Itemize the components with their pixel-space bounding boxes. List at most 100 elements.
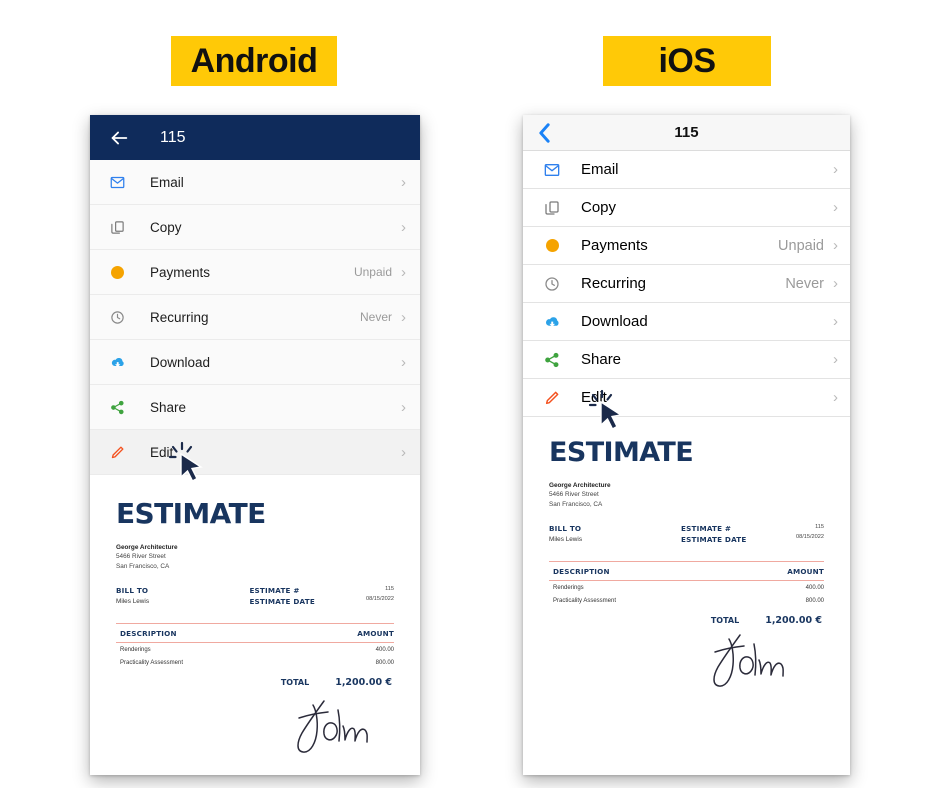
chevron-right-icon: ›: [401, 308, 406, 326]
android-row-copy[interactable]: Copy ›: [90, 205, 420, 250]
android-action-list: Email › Copy › Payments Unpaid › Recurri…: [90, 160, 420, 475]
arrow-left-icon[interactable]: [108, 127, 130, 149]
ios-nav-bar-title: 115: [674, 124, 699, 141]
android-phone-screen: 115 Email › Copy › Payments Unpaid › Rec…: [90, 115, 420, 775]
pencil-icon: [104, 445, 130, 460]
column-header-description: DESCRIPTION: [553, 567, 610, 577]
ios-row-email[interactable]: Email ›: [523, 151, 850, 189]
line-item-row: Renderings 400.00: [116, 643, 394, 656]
chevron-right-icon: ›: [401, 173, 406, 191]
bill-to-label: BILL TO: [549, 523, 582, 533]
android-row-share-label: Share: [150, 399, 187, 415]
android-row-download[interactable]: Download ›: [90, 340, 420, 385]
total-label: TOTAL: [280, 678, 310, 688]
chevron-right-icon: ›: [833, 313, 838, 330]
ios-row-share[interactable]: Share ›: [523, 341, 850, 379]
estimate-date-value: 08/15/2022: [796, 533, 824, 540]
orange-dot-icon: [104, 265, 130, 279]
android-row-recurring-value: Never: [359, 310, 392, 324]
android-row-edit[interactable]: Edit ›: [90, 430, 420, 475]
ios-nav-bar: 115: [523, 115, 850, 151]
android-app-bar: 115: [90, 115, 420, 160]
ios-estimate-preview: ESTIMATE George Architecture 5466 River …: [523, 417, 850, 707]
estimate-number-value: 115: [815, 523, 824, 530]
android-row-email-label: Email: [150, 174, 184, 190]
android-row-recurring-label: Recurring: [150, 309, 209, 325]
line-item-description: Practicality Assessment: [553, 598, 617, 605]
signature-john-icon: [713, 634, 784, 688]
business-info: George Architecture 5466 River Street Sa…: [549, 481, 824, 509]
column-header-amount: AMOUNT: [787, 567, 824, 577]
line-item-amount: 400.00: [375, 647, 394, 654]
platform-badge-ios: iOS: [603, 36, 771, 86]
copy-icon: [539, 200, 565, 216]
business-name: George Architecture: [549, 482, 611, 489]
platform-badge-android: Android: [171, 36, 337, 86]
android-row-email[interactable]: Email ›: [90, 160, 420, 205]
ios-row-payments-label: Payments: [581, 237, 648, 254]
line-items: Renderings 400.00 Practicality Assessmen…: [116, 643, 394, 669]
estimate-meta: BILL TO Miles Lewis ESTIMATE # ESTIMATE …: [116, 585, 394, 607]
line-item-amount: 800.00: [805, 598, 824, 605]
android-row-payments[interactable]: Payments Unpaid ›: [90, 250, 420, 295]
chevron-right-icon: ›: [833, 161, 838, 178]
chevron-right-icon: ›: [401, 353, 406, 371]
cloud-download-icon: [539, 313, 565, 331]
line-items-header: DESCRIPTION AMOUNT: [549, 561, 824, 582]
ios-row-download-label: Download: [581, 313, 648, 330]
business-address-line-2: San Francisco, CA: [549, 500, 603, 508]
line-item-description: Renderings: [120, 647, 151, 654]
ios-row-download[interactable]: Download ›: [523, 303, 850, 341]
total-value: 1,200.00 €: [765, 615, 822, 627]
ios-row-recurring-value: Never: [785, 275, 824, 292]
ios-row-payments[interactable]: Payments Unpaid ›: [523, 227, 850, 265]
line-item-amount: 800.00: [375, 660, 394, 667]
ios-action-list: Email › Copy › Payments Unpaid › Recurri…: [523, 151, 850, 417]
line-items-header: DESCRIPTION AMOUNT: [116, 623, 394, 644]
comparison-stage: Android iOS 115 Email › Copy › Payments …: [0, 0, 940, 788]
cloud-download-icon: [104, 354, 130, 371]
ios-row-copy[interactable]: Copy ›: [523, 189, 850, 227]
line-items: Renderings 400.00 Practicality Assessmen…: [549, 581, 824, 607]
total-value: 1,200.00 €: [335, 677, 392, 689]
chevron-right-icon: ›: [833, 237, 838, 254]
bill-to-label: BILL TO: [116, 585, 149, 595]
share-icon: [539, 352, 565, 368]
share-icon: [104, 400, 130, 415]
chevron-right-icon: ›: [833, 389, 838, 406]
android-estimate-preview: ESTIMATE George Architecture 5466 River …: [90, 475, 420, 769]
android-row-recurring[interactable]: Recurring Never ›: [90, 295, 420, 340]
android-row-share[interactable]: Share ›: [90, 385, 420, 430]
clock-icon: [104, 310, 130, 325]
pencil-icon: [539, 390, 565, 406]
line-item-row: Practicality Assessment 800.00: [549, 594, 824, 607]
business-address-line-1: 5466 River Street: [116, 553, 166, 561]
estimate-number-label: ESTIMATE #: [681, 523, 732, 533]
chevron-right-icon: ›: [401, 263, 406, 281]
business-name: George Architecture: [116, 544, 178, 551]
line-item-row: Renderings 400.00: [549, 581, 824, 594]
ios-row-payments-value: Unpaid: [778, 237, 824, 254]
android-row-payments-label: Payments: [150, 264, 211, 280]
line-item-description: Practicality Assessment: [120, 660, 184, 667]
signature-area: [549, 626, 824, 706]
business-address-line-1: 5466 River Street: [549, 491, 599, 499]
ios-row-recurring[interactable]: Recurring Never ›: [523, 265, 850, 303]
envelope-icon: [539, 162, 565, 178]
total-row: TOTAL 1,200.00 €: [116, 677, 394, 688]
android-row-download-label: Download: [150, 354, 211, 370]
android-row-edit-label: Edit: [150, 444, 174, 460]
chevron-right-icon: ›: [401, 443, 406, 461]
envelope-icon: [104, 175, 130, 190]
bill-to-name: Miles Lewis: [549, 536, 583, 543]
ios-row-edit[interactable]: Edit ›: [523, 379, 850, 417]
platform-badge-android-label: Android: [190, 41, 318, 80]
ios-row-share-label: Share: [581, 351, 622, 368]
estimate-date-value: 08/15/2022: [365, 595, 394, 602]
android-row-copy-label: Copy: [150, 219, 182, 235]
signature-area: [116, 688, 394, 768]
chevron-left-icon[interactable]: [537, 122, 552, 144]
estimate-number-label: ESTIMATE #: [249, 585, 300, 595]
line-item-amount: 400.00: [805, 585, 824, 592]
estimate-date-label: ESTIMATE DATE: [681, 535, 747, 544]
